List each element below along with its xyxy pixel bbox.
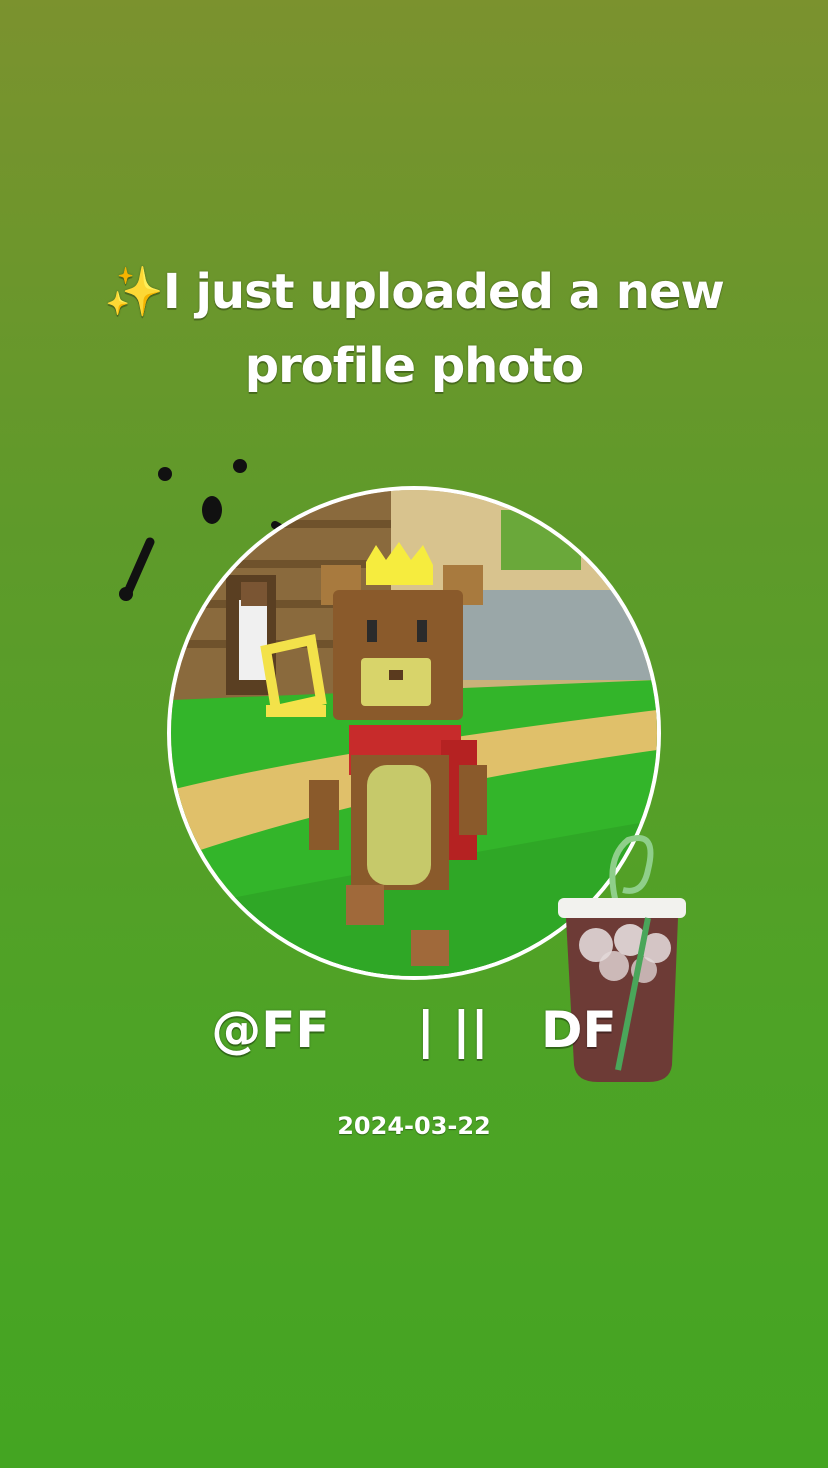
headline: ✨I just uploaded a new profile photo bbox=[60, 255, 768, 403]
profile-handle: @FF | || DF bbox=[211, 1001, 617, 1059]
headline-text: I just uploaded a new profile photo bbox=[162, 264, 725, 394]
sparkles-icon: ✨ bbox=[104, 264, 164, 320]
upload-date: 2024-03-22 bbox=[337, 1112, 491, 1140]
